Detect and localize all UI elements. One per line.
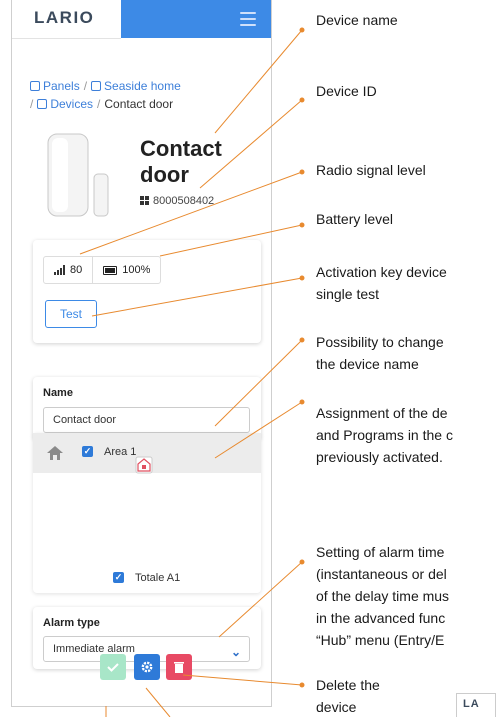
area-checkbox[interactable]: ✓: [82, 446, 93, 457]
app-logo: LARIO: [34, 8, 95, 27]
program-label: Totale A1: [135, 572, 181, 584]
breadcrumb-current: Contact door: [104, 97, 174, 111]
logo-area: LARIO: [12, 0, 121, 39]
gear-icon: [141, 661, 153, 673]
status-card: 80 100% Test: [33, 240, 261, 343]
trash-icon: [174, 662, 184, 673]
program-checkbox[interactable]: ✓: [113, 572, 124, 583]
annotation-device-id: Device ID: [316, 83, 377, 99]
breadcrumb-separator: /: [97, 97, 101, 111]
qr-icon: [140, 196, 149, 205]
breadcrumb-seaside-home[interactable]: Seaside home: [91, 79, 181, 93]
annotation-assignment: Assignment of the de and Programs in the …: [316, 405, 453, 465]
top-bar: LARIO: [12, 0, 271, 39]
breadcrumb-separator: /: [83, 79, 88, 93]
annotation-activation: Activation key device single test: [316, 264, 447, 302]
signal-icon: [54, 265, 66, 275]
breadcrumb-separator: /: [30, 97, 34, 111]
breadcrumb-devices[interactable]: Devices: [37, 97, 93, 111]
corner-logo: LA: [456, 693, 496, 717]
app-panel: LARIO Panels / Seaside home / Devices / Conta…: [11, 0, 272, 707]
delete-button[interactable]: [166, 654, 192, 680]
test-button[interactable]: Test: [45, 300, 97, 328]
device-id: 8000508402: [140, 195, 214, 207]
name-card: Name Contact door: [33, 377, 261, 439]
chip-icon: [30, 81, 40, 91]
lock-icon: [135, 456, 153, 474]
chip-icon: [37, 99, 48, 109]
battery-icon: [103, 265, 118, 275]
check-icon: [107, 663, 119, 672]
status-row: 80 100%: [43, 256, 162, 284]
annotation-device-name: Device name: [316, 12, 398, 28]
name-input[interactable]: Contact door: [43, 407, 250, 433]
area-card: ✓ Area 1 ✓ Totale A1: [33, 433, 261, 593]
menu-icon[interactable]: [240, 12, 256, 26]
name-field-label: Name: [43, 387, 73, 399]
annotation-delete: Delete the device: [316, 677, 380, 715]
breadcrumb-panels[interactable]: Panels: [30, 79, 80, 93]
chip-icon: [91, 81, 102, 91]
device-name-title: Contact door: [140, 136, 222, 187]
save-button[interactable]: [100, 654, 126, 680]
breadcrumb: Panels / Seaside home / Devices / Contact doo…: [30, 77, 260, 113]
chevron-down-icon: ⌄: [230, 645, 241, 659]
annotation-alarm-time: Setting of alarm time (instantaneous or d…: [316, 544, 450, 648]
battery-level: 100%: [92, 257, 160, 283]
settings-button[interactable]: [134, 654, 160, 680]
annotation-battery: Battery level: [316, 211, 394, 227]
annotation-change-name: Possibility to change the device name: [316, 334, 444, 372]
device-image: [47, 133, 109, 217]
alarm-type-label: Alarm type: [43, 617, 100, 629]
annotation-radio-signal: Radio signal level: [316, 162, 426, 178]
signal-level: 80: [44, 257, 92, 283]
area-label: Area 1: [104, 446, 137, 458]
home-icon: [47, 446, 63, 460]
